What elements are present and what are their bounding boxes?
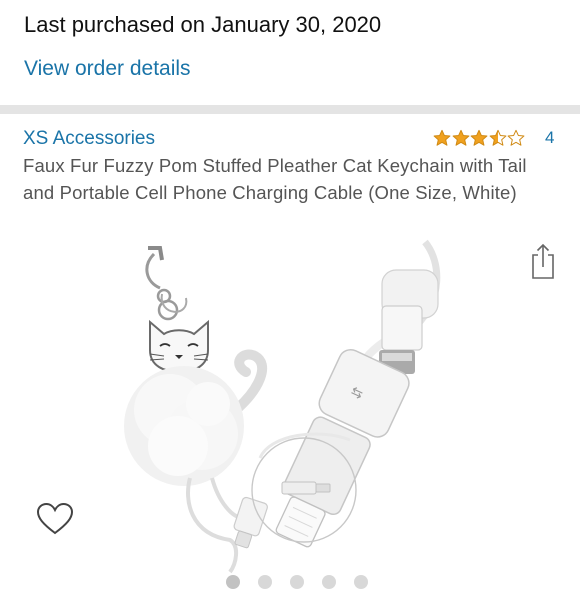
- order-summary: Last purchased on January 30, 2020 View …: [0, 0, 580, 104]
- product-title: Faux Fur Fuzzy Pom Stuffed Pleather Cat …: [23, 155, 527, 203]
- review-count-link[interactable]: 4: [545, 126, 554, 150]
- star-icon: [452, 129, 469, 146]
- carousel-dot[interactable]: [322, 575, 336, 589]
- section-divider: [0, 105, 580, 114]
- rating-stars: [433, 129, 526, 147]
- image-carousel-dots: [226, 575, 368, 589]
- star-rating[interactable]: 4: [433, 126, 554, 150]
- carousel-dot[interactable]: [226, 575, 240, 589]
- carousel-dot[interactable]: [290, 575, 304, 589]
- heart-icon: [36, 502, 74, 535]
- last-purchased-text: Last purchased on January 30, 2020: [24, 12, 382, 37]
- product-image[interactable]: ⇆: [120, 238, 460, 580]
- carousel-dot[interactable]: [354, 575, 368, 589]
- product-card: XS Accessories 4 Faux Fur Fuzzy Pom Stuf…: [0, 114, 580, 589]
- share-button[interactable]: [529, 242, 557, 280]
- share-icon: [532, 243, 554, 279]
- carousel-dot[interactable]: [258, 575, 272, 589]
- product-photo-illustration: ⇆: [124, 239, 441, 574]
- favorite-button[interactable]: [36, 502, 74, 536]
- star-icon: [489, 129, 506, 146]
- star-icon: [507, 129, 525, 146]
- brand-link[interactable]: XS Accessories: [23, 127, 155, 151]
- star-icon: [433, 129, 451, 146]
- star-icon: [470, 129, 488, 146]
- view-order-details-link[interactable]: View order details: [24, 55, 191, 83]
